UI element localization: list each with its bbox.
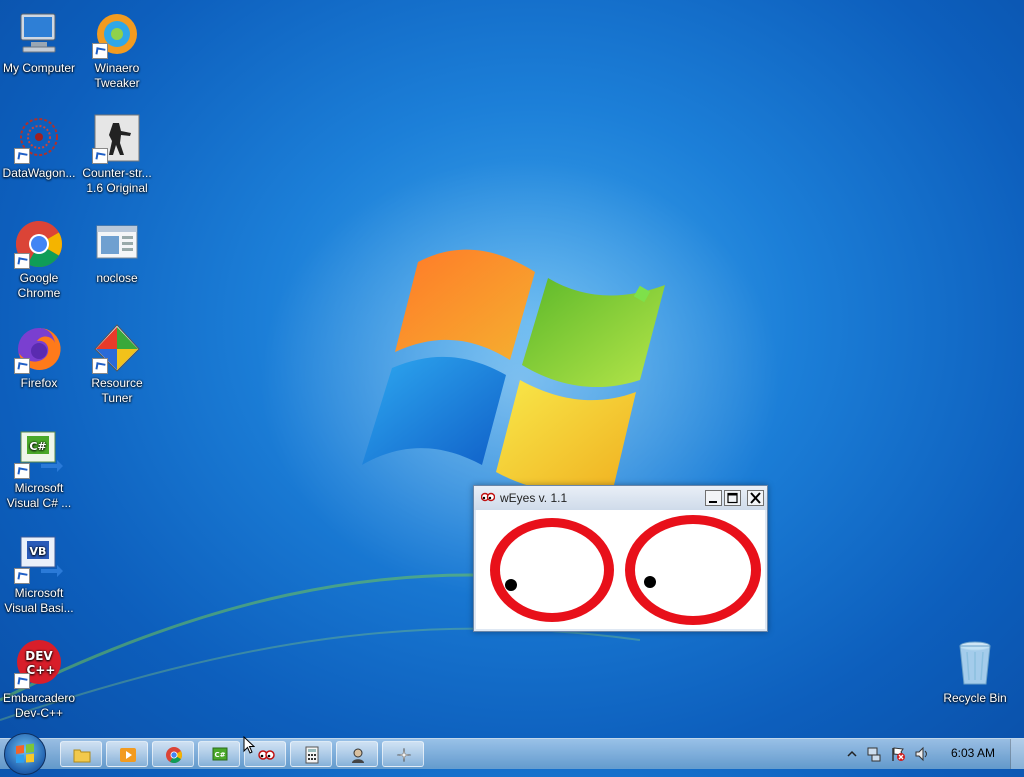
desktop-icon-devcpp[interactable]: DEV C++ Embarcadero Dev-C++	[0, 638, 78, 721]
weyes-icon	[258, 750, 275, 760]
desktop-icon-label: Recycle Bin	[943, 691, 1007, 705]
maximize-icon	[727, 492, 738, 504]
firefox-icon	[13, 323, 65, 375]
shortcut-arrow-icon	[14, 463, 30, 479]
devcpp-icon: DEV C++	[13, 638, 65, 690]
shortcut-arrow-icon	[14, 253, 30, 269]
sparkle-icon	[396, 747, 412, 763]
desktop-icon-label: DataWagon...	[2, 166, 76, 180]
svg-text:C++: C++	[27, 663, 56, 677]
close-icon	[750, 492, 761, 504]
show-hidden-icons-icon[interactable]	[844, 746, 860, 762]
desktop-icon-label: Google Chrome	[17, 271, 61, 300]
shortcut-arrow-icon	[92, 43, 108, 59]
desktop-icon-recycle-bin[interactable]: Recycle Bin	[936, 638, 1014, 706]
shortcut-arrow-icon	[92, 148, 108, 164]
taskbar-button-calculator[interactable]	[290, 741, 332, 767]
resource-tuner-icon	[91, 323, 143, 375]
weyes-icon	[481, 492, 495, 502]
right-pupil	[644, 576, 656, 588]
desktop-icon-counter-strike[interactable]: Counter-str... 1.6 Original	[78, 113, 156, 196]
svg-text:VB: VB	[30, 545, 47, 558]
desktop-icon-label: Firefox	[20, 376, 58, 390]
network-icon[interactable]	[866, 746, 882, 762]
right-eye	[625, 515, 761, 625]
desktop-icon-label: Resource Tuner	[91, 376, 143, 405]
taskbar-button-chrome[interactable]	[152, 741, 194, 767]
taskbar-button-user-app[interactable]	[336, 741, 378, 767]
window-title: wEyes v. 1.1	[500, 491, 568, 505]
desktop-icon-label: Winaero Tweaker	[94, 61, 140, 90]
shortcut-arrow-icon	[14, 358, 30, 374]
eyes-canvas	[490, 515, 761, 625]
counter-strike-icon	[91, 113, 143, 165]
left-pupil	[505, 579, 517, 591]
desktop-icon-label: Microsoft Visual Basi...	[4, 586, 74, 615]
svg-text:C#: C#	[29, 440, 46, 453]
chrome-icon	[13, 218, 65, 270]
windows-logo-icon	[16, 743, 34, 763]
taskbar-button-explorer[interactable]	[60, 741, 102, 767]
desktop-icon-my-computer[interactable]: My Computer	[0, 8, 78, 76]
recycle-bin-icon	[949, 638, 1001, 690]
taskbar: C# 6:03 AM	[0, 733, 1024, 775]
show-desktop-button[interactable]	[1010, 739, 1024, 769]
visual-csharp-icon: C#	[13, 428, 65, 480]
window-titlebar[interactable]: wEyes v. 1.1	[474, 486, 767, 510]
desktop-icon-datawagon[interactable]: DataWagon...	[0, 113, 78, 181]
weyes-window[interactable]: wEyes v. 1.1	[473, 485, 768, 632]
shortcut-arrow-icon	[14, 148, 30, 164]
maximize-button[interactable]	[724, 490, 741, 506]
shortcut-arrow-icon	[14, 568, 30, 584]
person-icon	[352, 748, 364, 763]
calculator-icon	[305, 746, 319, 764]
minimize-icon	[709, 501, 717, 503]
desktop-icon-visual-basic[interactable]: VB Microsoft Visual Basi...	[0, 533, 78, 616]
shortcut-arrow-icon	[14, 673, 30, 689]
desktop-icon-label: My Computer	[2, 61, 76, 75]
desktop-icon-label: Embarcadero Dev-C++	[2, 691, 76, 720]
chrome-icon	[166, 747, 182, 763]
minimize-button[interactable]	[705, 490, 722, 506]
desktop-icon-visual-csharp[interactable]: C# Microsoft Visual C# ...	[0, 428, 78, 511]
folder-icon	[73, 749, 91, 763]
media-player-icon	[120, 748, 136, 762]
desktop-icon-label: noclose	[96, 271, 138, 285]
computer-icon	[13, 8, 65, 60]
desktop-icon-winaero-tweaker[interactable]: Winaero Tweaker	[78, 8, 156, 91]
desktop-icon-firefox[interactable]: Firefox	[0, 323, 78, 391]
svg-text:C#: C#	[214, 751, 225, 759]
visual-csharp-icon: C#	[212, 747, 228, 761]
desktop-icon-noclose[interactable]: noclose	[78, 218, 156, 286]
winaero-icon	[91, 8, 143, 60]
shortcut-arrow-icon	[92, 358, 108, 374]
mouse-cursor-icon	[243, 736, 255, 754]
datawagon-icon	[13, 113, 65, 165]
volume-icon[interactable]	[914, 746, 930, 762]
weyes-client-area	[476, 510, 765, 629]
left-eye	[490, 518, 614, 622]
desktop-icon-label: Counter-str... 1.6 Original	[82, 166, 152, 195]
desktop-icon-label: Microsoft Visual C# ...	[6, 481, 72, 510]
desktop-icon-resource-tuner[interactable]: Resource Tuner	[78, 323, 156, 406]
taskbar-clock[interactable]: 6:03 AM	[944, 746, 1002, 760]
svg-text:DEV: DEV	[25, 649, 53, 663]
desktop-icon-google-chrome[interactable]: Google Chrome	[0, 218, 78, 301]
taskbar-button-media-player[interactable]	[106, 741, 148, 767]
taskbar-button-tool-app[interactable]	[382, 741, 424, 767]
visual-basic-icon: VB	[13, 533, 65, 585]
close-button[interactable]	[747, 490, 764, 506]
noclose-icon	[91, 218, 143, 270]
start-button[interactable]	[4, 733, 46, 775]
taskbar-button-visual-csharp[interactable]: C#	[198, 741, 240, 767]
action-center-flag-icon[interactable]	[890, 746, 906, 762]
